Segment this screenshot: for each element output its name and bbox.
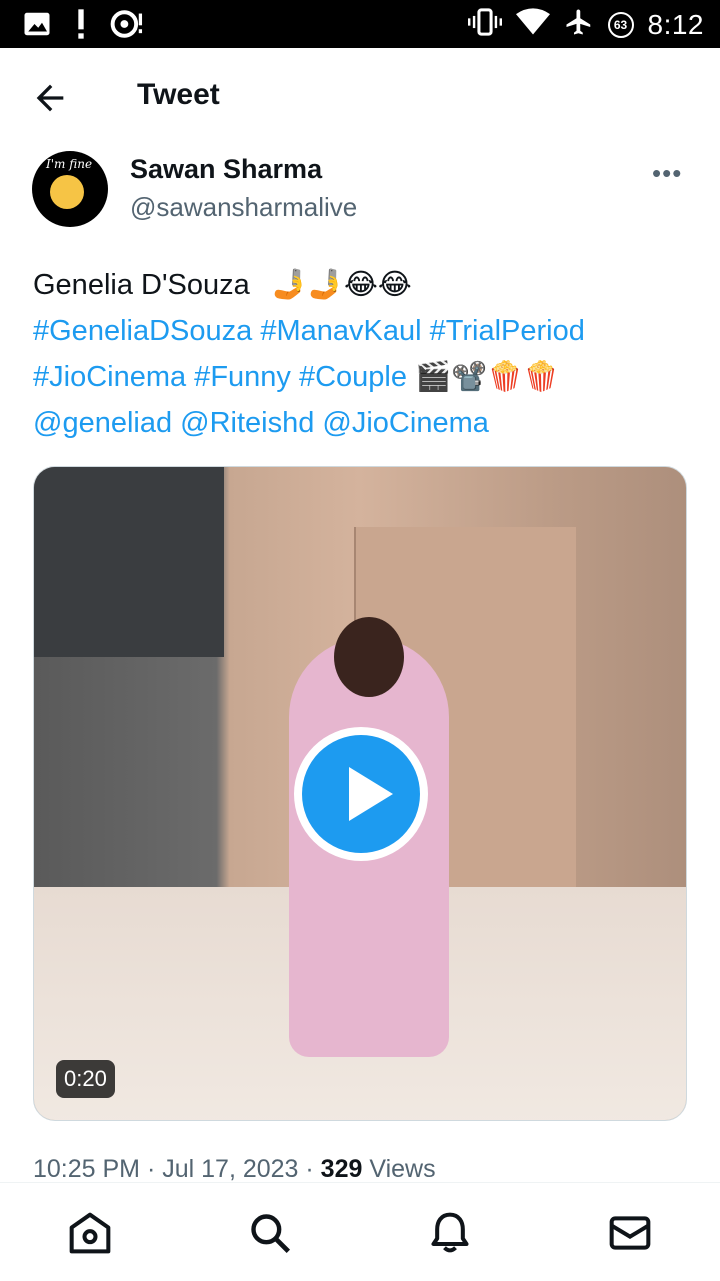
clock: 8:12	[647, 8, 704, 40]
video-duration: 0:20	[56, 1060, 115, 1098]
video-player[interactable]: 0:20	[33, 466, 687, 1121]
image-icon	[22, 9, 52, 44]
tweet-time: 10:25 PM	[33, 1155, 141, 1183]
video-window	[34, 467, 224, 657]
arrow-left-icon[interactable]	[30, 78, 70, 118]
bottom-nav	[0, 1182, 720, 1281]
hashtag-links[interactable]: #JioCinema #Funny #Couple	[33, 361, 407, 393]
tweet-text-line: Genelia D'Souza	[33, 269, 250, 301]
tweet-emojis: 🤳🤳😂😂	[271, 269, 412, 301]
page-title: Tweet	[137, 78, 220, 111]
mention-links[interactable]: @geneliad @Riteishd @JioCinema	[33, 407, 489, 439]
play-icon[interactable]	[294, 727, 428, 861]
views-count: 329	[320, 1155, 363, 1183]
views-label: Views	[369, 1155, 436, 1183]
author-name[interactable]: Sawan Sharma	[130, 154, 322, 185]
avatar-text: I'm fine	[46, 157, 93, 171]
avatar[interactable]: I'm fine	[32, 151, 108, 227]
search-icon[interactable]	[248, 1211, 292, 1255]
battery-icon: 63	[607, 11, 634, 38]
tweet-date: Jul 17, 2023	[162, 1155, 299, 1183]
home-icon[interactable]	[68, 1211, 112, 1255]
status-bar: 63 8:12	[0, 0, 720, 48]
vibrate-icon	[467, 7, 502, 42]
hashtag-links[interactable]: #GeneliaDSouza #ManavKaul #TrialPeriod	[33, 315, 585, 347]
airplane-icon	[564, 7, 594, 42]
top-bar: Tweet	[0, 48, 720, 146]
face-emoji-icon	[50, 175, 84, 209]
more-options-icon[interactable]: •••	[652, 158, 682, 189]
alert-icon	[74, 8, 88, 45]
bell-icon[interactable]	[428, 1211, 472, 1255]
author-handle[interactable]: @sawansharmalive	[130, 192, 357, 223]
tweet-meta: 10:25 PM · Jul 17, 2023 · 329 Views	[33, 1155, 436, 1183]
video-person-head	[334, 617, 404, 697]
hotspot-icon	[110, 9, 144, 44]
tweet-text: Genelia D'Souza 🤳🤳😂😂 #GeneliaDSouza #Man…	[33, 262, 693, 446]
tweet-emojis: 🎬📽️🍿🍿	[415, 361, 560, 393]
wifi-icon	[515, 8, 550, 41]
mail-icon[interactable]	[608, 1211, 652, 1255]
